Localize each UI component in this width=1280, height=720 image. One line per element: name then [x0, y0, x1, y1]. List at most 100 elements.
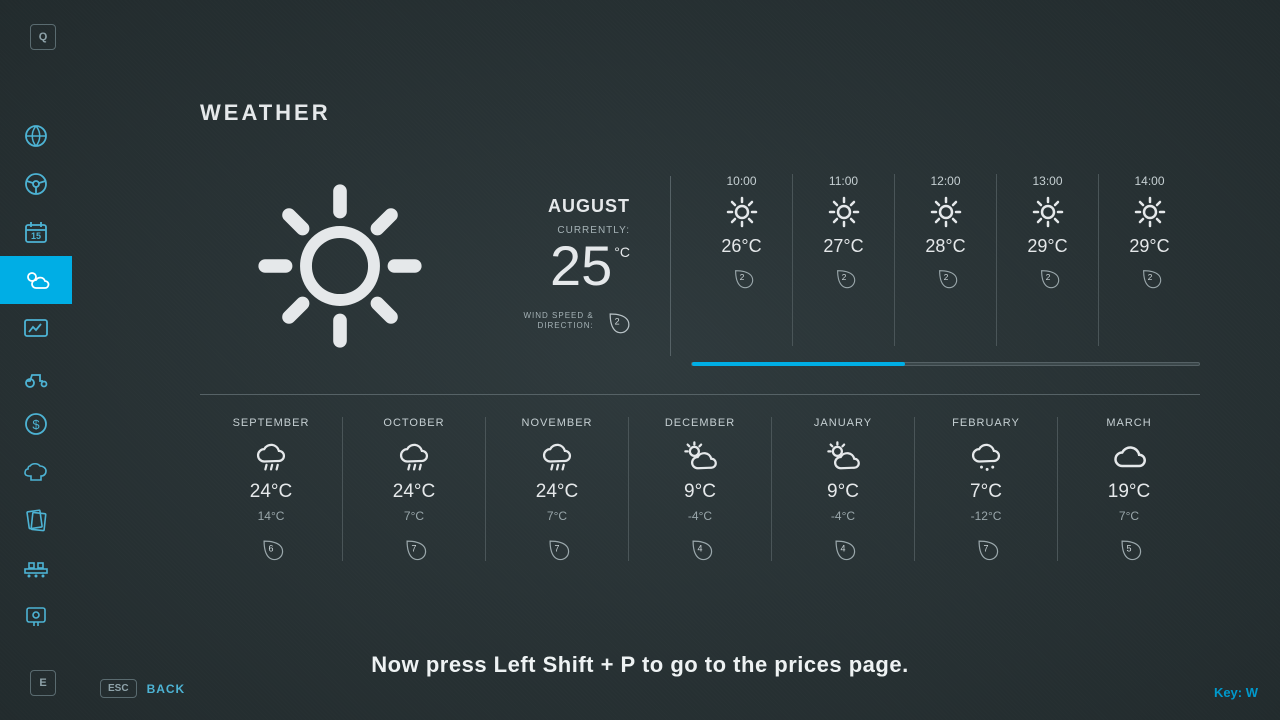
- svg-text:2: 2: [943, 273, 948, 282]
- month-high: 9°C: [684, 481, 716, 503]
- svg-text:2: 2: [841, 273, 846, 282]
- month-item: FEBRUARY7°C-12°C7: [915, 417, 1058, 561]
- back-label: BACK: [147, 682, 186, 696]
- current-weather-icon: [200, 166, 480, 366]
- month-name: NOVEMBER: [522, 417, 593, 429]
- hour-temp: 26°C: [721, 236, 761, 257]
- wind-label: WIND SPEED & DIRECTION:: [480, 311, 594, 332]
- sun-icon: [726, 196, 758, 228]
- hourly-item: 14:0029°C2: [1099, 174, 1200, 346]
- wind-drop-icon: 2: [604, 306, 630, 336]
- drive-icon: [22, 171, 50, 197]
- month-item: SEPTEMBER24°C14°C6: [200, 417, 343, 561]
- hourly-item: 11:00 27°C 2: [793, 174, 895, 346]
- partly-icon: [824, 439, 862, 475]
- temp-unit: °C: [614, 244, 630, 260]
- rain-icon: [538, 439, 576, 475]
- sidebar-item-contracts[interactable]: [0, 496, 72, 544]
- wind-drop-icon: 2: [1138, 265, 1162, 289]
- svg-text:2: 2: [614, 316, 619, 326]
- wind-drop-icon: 2: [730, 265, 754, 289]
- wind-drop-icon: 4: [830, 535, 856, 561]
- sidebar-item-map[interactable]: [0, 112, 72, 160]
- wind-drop-icon: 6: [258, 535, 284, 561]
- key-indicator: Key: W: [1214, 685, 1258, 700]
- svg-text:5: 5: [1127, 543, 1132, 553]
- month-low: 7°C: [547, 509, 567, 523]
- svg-text:4: 4: [841, 543, 846, 553]
- wind-drop-icon: 7: [401, 535, 427, 561]
- page-title: WEATHER: [200, 100, 1200, 126]
- sidebar-item-weather[interactable]: [0, 256, 72, 304]
- month-high: 24°C: [250, 481, 292, 503]
- sidebar-item-stats[interactable]: [0, 304, 72, 352]
- help-icon: [22, 603, 50, 629]
- wind-drop-icon: 2: [934, 265, 958, 289]
- month-high: 24°C: [393, 481, 435, 503]
- partly-icon: [681, 439, 719, 475]
- esc-key-icon: ESC: [100, 679, 137, 698]
- month-item: JANUARY9°C-4°C4: [772, 417, 915, 561]
- svg-text:2: 2: [739, 273, 744, 282]
- sidebar-item-help[interactable]: [0, 592, 72, 640]
- map-icon: [22, 123, 50, 149]
- sidebar-item-calendar[interactable]: [0, 208, 72, 256]
- wind-drop-icon: 7: [544, 535, 570, 561]
- hour-temp: 27°C: [823, 236, 863, 257]
- current-month: AUGUST: [548, 196, 630, 217]
- hour-temp: 28°C: [925, 236, 965, 257]
- sidebar-item-drive[interactable]: [0, 160, 72, 208]
- month-item: NOVEMBER 24°C 7°C 7: [486, 417, 629, 561]
- sun-icon: [930, 196, 962, 228]
- hourly-scrollbar[interactable]: [691, 362, 1200, 366]
- weather-icon: [22, 267, 50, 293]
- svg-text:7: 7: [412, 543, 417, 553]
- sun-icon: [1032, 196, 1064, 228]
- sidebar-item-production[interactable]: [0, 544, 72, 592]
- animals-icon: [22, 459, 50, 485]
- finance-icon: [22, 411, 50, 437]
- rain-icon: [395, 439, 433, 475]
- hour-time: 10:00: [726, 174, 756, 188]
- month-name: JANUARY: [814, 417, 872, 429]
- month-high: 19°C: [1108, 481, 1150, 503]
- svg-text:6: 6: [269, 543, 274, 553]
- month-item: DECEMBER9°C-4°C4: [629, 417, 772, 561]
- stats-icon: [22, 315, 50, 341]
- month-low: 7°C: [1119, 509, 1139, 523]
- month-name: OCTOBER: [383, 417, 444, 429]
- month-low: -12°C: [971, 509, 1002, 523]
- sun-icon: [1134, 196, 1166, 228]
- wind-drop-icon: 2: [1036, 265, 1060, 289]
- production-icon: [22, 555, 50, 581]
- tutorial-hint: Now press Left Shift + P to go to the pr…: [0, 652, 1280, 678]
- wind-drop-icon: 5: [1116, 535, 1142, 561]
- hour-time: 14:00: [1134, 174, 1164, 188]
- sidebar-item-finance[interactable]: [0, 400, 72, 448]
- hourly-item: 13:00 29°C 2: [997, 174, 1099, 346]
- key-hint-q[interactable]: Q: [30, 24, 56, 50]
- hour-time: 12:00: [930, 174, 960, 188]
- month-item: OCTOBER 24°C 7°C 7: [343, 417, 486, 561]
- hour-time: 11:00: [829, 174, 858, 188]
- hour-temp: 29°C: [1027, 236, 1067, 257]
- hourly-item: 12:00 28°C 2: [895, 174, 997, 346]
- month-low: -4°C: [688, 509, 712, 523]
- month-high: 9°C: [827, 481, 859, 503]
- month-name: FEBRUARY: [952, 417, 1020, 429]
- hour-time: 13:00: [1032, 174, 1062, 188]
- month-high: 24°C: [536, 481, 578, 503]
- snow-icon: [967, 439, 1005, 475]
- wind-drop-icon: 2: [832, 265, 856, 289]
- wind-drop-icon: 7: [973, 535, 999, 561]
- month-low: 7°C: [404, 509, 424, 523]
- back-button[interactable]: ESC BACK: [100, 679, 185, 698]
- rain-icon: [252, 439, 290, 475]
- sidebar-item-vehicles[interactable]: [0, 352, 72, 400]
- month-low: 14°C: [258, 509, 285, 523]
- cloud-icon: [1110, 439, 1148, 475]
- sidebar-item-animals[interactable]: [0, 448, 72, 496]
- svg-text:7: 7: [984, 543, 989, 553]
- current-temp: 25: [550, 238, 612, 294]
- svg-text:2: 2: [1045, 273, 1050, 282]
